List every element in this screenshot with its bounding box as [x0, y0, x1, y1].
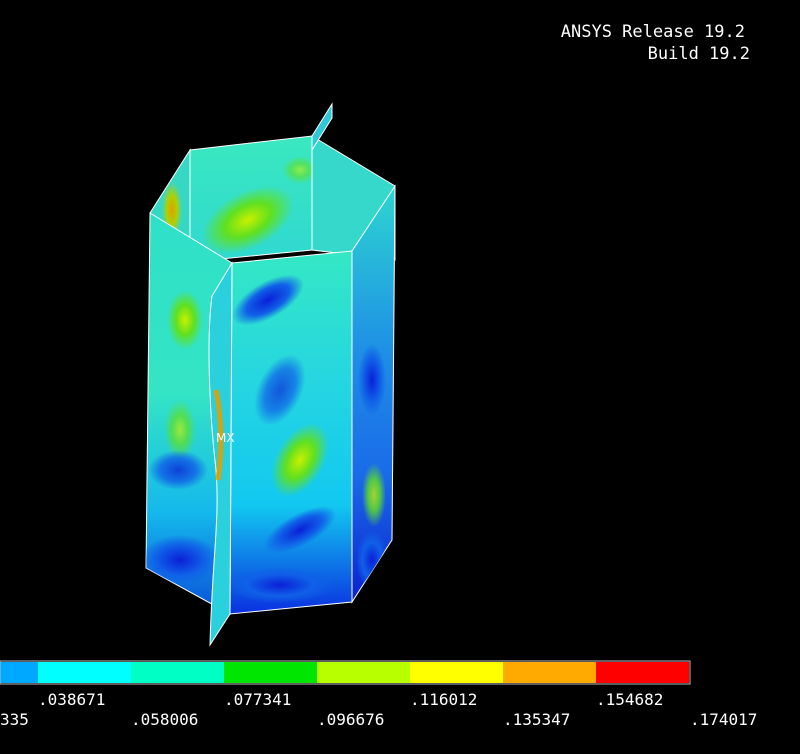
release-label: ANSYS Release 19.2: [560, 22, 745, 42]
max-marker-label: MX: [216, 431, 235, 445]
legend-label-3: .077341: [224, 690, 292, 709]
legend-swatch: [596, 662, 689, 683]
legend-label-1: .038671: [38, 690, 106, 709]
shell-front-panel: [229, 250, 353, 615]
build-label: Build 19.2: [647, 44, 750, 64]
legend-swatch: [224, 662, 317, 683]
contour-legend-bar: [0, 660, 691, 685]
legend-swatch: [503, 662, 596, 683]
legend-label-4: .096676: [317, 710, 385, 729]
legend-label-0: 335: [0, 710, 29, 729]
legend-label-7: .154682: [596, 690, 664, 709]
shell-back-panel: [189, 135, 313, 263]
model-viewport[interactable]: [0, 0, 800, 754]
legend-label-5: .116012: [410, 690, 478, 709]
legend-swatch: [38, 662, 131, 683]
legend-label-6: .135347: [503, 710, 571, 729]
legend-swatch: [410, 662, 503, 683]
legend-label-8: .174017: [690, 710, 758, 729]
legend-swatch: [131, 662, 224, 683]
legend-swatch: [317, 662, 410, 683]
shell-right-panel: [351, 184, 396, 604]
legend-swatch: [0, 662, 38, 683]
legend-label-2: .058006: [131, 710, 199, 729]
